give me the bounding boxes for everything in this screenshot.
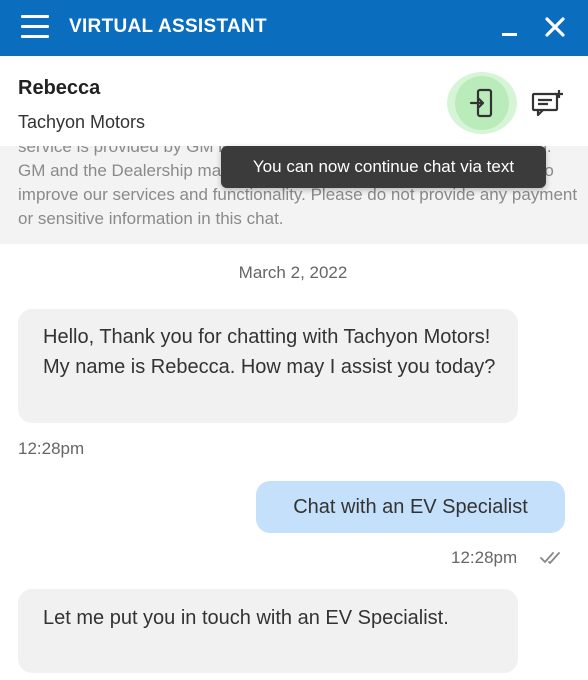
title-bar: VIRTUAL ASSISTANT: [0, 0, 588, 56]
date-separator: March 2, 2022: [238, 263, 348, 282]
agent-message: Hello, Thank you for chatting with Tachy…: [18, 309, 518, 423]
close-button[interactable]: [540, 12, 570, 42]
agent-company: Tachyon Motors: [18, 112, 146, 132]
transcript-button[interactable]: [531, 89, 565, 117]
menu-icon[interactable]: [21, 14, 49, 38]
message-add-icon: [531, 90, 563, 117]
continue-via-text-button[interactable]: [447, 72, 517, 134]
double-check-icon: [540, 552, 560, 564]
minimize-button[interactable]: [497, 14, 525, 42]
user-message: Chat with an EV Specialist: [256, 481, 565, 533]
phone-arrow-icon: [469, 88, 493, 118]
message-timestamp: 12:28pm: [18, 439, 85, 458]
tooltip: You can now continue chat via text: [221, 146, 546, 188]
window-title: VIRTUAL ASSISTANT: [69, 16, 267, 37]
agent-message: Let me put you in touch with an EV Speci…: [18, 589, 518, 673]
close-icon: [545, 17, 565, 37]
minimize-icon: [502, 33, 517, 36]
agent-name: Rebecca: [18, 77, 101, 99]
message-timestamp: 12:28pm: [451, 548, 518, 567]
